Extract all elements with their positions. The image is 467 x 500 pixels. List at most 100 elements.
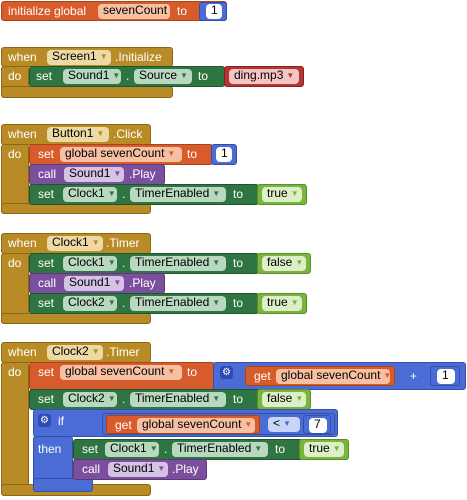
set-label: set: [82, 442, 99, 456]
variable-dropdown[interactable]: global sevenCount ▼: [60, 147, 182, 162]
chevron-down-icon: ▼: [295, 394, 304, 403]
text-value-field[interactable]: ding.mp3 ▼: [229, 69, 299, 84]
number-block[interactable]: 1: [199, 2, 227, 21]
call-sound-play-block[interactable]: call Sound1 ▼ .Play: [29, 273, 165, 294]
boolean-block[interactable]: false ▼: [257, 389, 311, 410]
chevron-down-icon: ▼: [332, 444, 341, 453]
property-dropdown[interactable]: TimerEnabled ▼: [130, 256, 226, 271]
global-variable-name-field[interactable]: sevenCount: [98, 4, 170, 19]
set-global-block[interactable]: set global sevenCount ▼ to: [29, 362, 215, 390]
text-block[interactable]: ding.mp3 ▼: [224, 66, 304, 87]
do-label: do: [8, 256, 22, 270]
plus-operator-label: +: [410, 369, 418, 383]
when-label: when: [8, 345, 37, 359]
number-field[interactable]: 7: [309, 418, 327, 433]
set-sound-source-block[interactable]: set Sound1 ▼ . Source ▼ to: [29, 66, 225, 87]
boolean-block[interactable]: true ▼: [257, 293, 307, 314]
number-block[interactable]: 1: [430, 366, 460, 386]
set-global-block[interactable]: set global sevenCount ▼ to: [29, 144, 213, 165]
event-name-label: .Initialize: [115, 50, 162, 64]
variable-dropdown[interactable]: global sevenCount ▼: [137, 418, 255, 433]
screen1-event-footer: [1, 86, 173, 98]
compare-operator-dropdown[interactable]: < ▼: [268, 417, 300, 432]
chevron-down-icon: ▼: [254, 444, 263, 453]
initialize-global-block[interactable]: initialize global sevenCount to 1: [1, 1, 227, 21]
component-dropdown[interactable]: Clock2 ▼: [63, 392, 117, 407]
component-dropdown[interactable]: Clock2 ▼: [47, 345, 103, 360]
property-dropdown[interactable]: TimerEnabled ▼: [130, 296, 226, 311]
boolean-block[interactable]: true ▼: [299, 439, 349, 460]
gear-icon[interactable]: ⚙: [220, 366, 233, 379]
chevron-down-icon: ▼: [212, 189, 221, 198]
chevron-down-icon: ▼: [180, 71, 188, 80]
dot-label: .: [164, 442, 168, 456]
set-clock1-timer-block[interactable]: set Clock1 ▼ . TimerEnabled ▼ to: [29, 184, 259, 205]
button1-click-event-block[interactable]: when Button1 ▼ .Click: [1, 124, 151, 145]
chevron-down-icon: ▼: [113, 278, 122, 287]
variable-dropdown[interactable]: global sevenCount ▼: [60, 365, 182, 380]
component-dropdown[interactable]: Clock1 ▼: [105, 442, 159, 457]
component-dropdown[interactable]: Clock1 ▼: [47, 236, 103, 251]
number-field[interactable]: 1: [437, 369, 455, 384]
get-global-block[interactable]: get global sevenCount ▼: [106, 415, 260, 434]
component-dropdown[interactable]: Clock1 ▼: [63, 256, 117, 271]
initialize-global-label: initialize global: [8, 4, 87, 18]
boolean-dropdown[interactable]: true ▼: [304, 442, 344, 457]
number-field[interactable]: 1: [206, 4, 222, 19]
clock1-timer-event-block[interactable]: when Clock1 ▼ .Timer: [1, 233, 151, 254]
component-dropdown[interactable]: Screen1 ▼: [47, 50, 111, 65]
set-clock1-timer-block[interactable]: set Clock1 ▼ . TimerEnabled ▼ to: [73, 439, 303, 460]
clock2-timer-event-block[interactable]: when Clock2 ▼ .Timer: [1, 342, 151, 363]
call-sound-play-block[interactable]: call Sound1 ▼ .Play: [73, 459, 207, 480]
set-clock2-timer-block[interactable]: set Clock2 ▼ . TimerEnabled ▼ to: [29, 389, 259, 410]
chevron-down-icon: ▼: [107, 298, 116, 307]
component-dropdown[interactable]: Sound1 ▼: [64, 167, 124, 182]
property-dropdown[interactable]: TimerEnabled ▼: [130, 392, 226, 407]
boolean-dropdown[interactable]: true ▼: [262, 296, 302, 311]
property-dropdown[interactable]: TimerEnabled ▼: [130, 187, 226, 202]
number-block[interactable]: 7: [303, 415, 331, 434]
boolean-dropdown[interactable]: false ▼: [262, 256, 306, 271]
number-field[interactable]: 1: [216, 147, 232, 162]
chevron-down-icon: ▼: [167, 149, 176, 158]
when-label: when: [8, 236, 37, 250]
component-dropdown[interactable]: Clock2 ▼: [63, 296, 117, 311]
event-name-label: .Timer: [106, 345, 140, 359]
when-label: when: [8, 127, 37, 141]
chevron-down-icon: ▼: [167, 367, 176, 376]
set-label: set: [38, 365, 55, 379]
method-name-label: .Play: [172, 462, 199, 476]
boolean-dropdown[interactable]: false ▼: [262, 392, 306, 407]
component-dropdown[interactable]: Button1 ▼: [47, 127, 109, 142]
get-label: get: [115, 418, 132, 432]
chevron-down-icon: ▼: [383, 371, 392, 380]
boolean-block[interactable]: false ▼: [257, 253, 311, 274]
dot-label: .: [126, 69, 130, 83]
if-label: if: [58, 414, 64, 428]
get-global-block[interactable]: get global sevenCount ▼: [245, 366, 395, 386]
component-dropdown[interactable]: Sound1 ▼: [64, 276, 124, 291]
screen1-initialize-event-block[interactable]: when Screen1 ▼ .Initialize: [1, 47, 173, 67]
component-dropdown[interactable]: Sound1 ▼: [63, 69, 121, 84]
if-footer: [33, 478, 93, 492]
gear-icon[interactable]: ⚙: [38, 414, 51, 427]
set-clock1-timer-block[interactable]: set Clock1 ▼ . TimerEnabled ▼ to: [29, 253, 259, 274]
set-clock2-timer-block[interactable]: set Clock2 ▼ . TimerEnabled ▼ to: [29, 293, 259, 314]
chevron-down-icon: ▼: [112, 71, 121, 80]
call-sound-play-block[interactable]: call Sound1 ▼ .Play: [29, 164, 165, 185]
boolean-dropdown[interactable]: true ▼: [262, 187, 302, 202]
variable-dropdown[interactable]: global sevenCount ▼: [276, 369, 392, 384]
property-dropdown[interactable]: Source ▼: [134, 69, 192, 84]
boolean-block[interactable]: true ▼: [257, 184, 307, 205]
component-dropdown[interactable]: Clock1 ▼: [63, 187, 117, 202]
component-dropdown[interactable]: Sound1 ▼: [108, 462, 168, 477]
chevron-down-icon: ▼: [295, 258, 304, 267]
to-label: to: [187, 365, 198, 379]
chevron-down-icon: ▼: [149, 444, 158, 453]
to-label: to: [233, 187, 244, 201]
set-label: set: [38, 256, 55, 270]
chevron-down-icon: ▼: [96, 129, 105, 138]
property-dropdown[interactable]: TimerEnabled ▼: [172, 442, 268, 457]
dot-label: .: [122, 392, 126, 406]
number-block[interactable]: 1: [211, 144, 237, 165]
